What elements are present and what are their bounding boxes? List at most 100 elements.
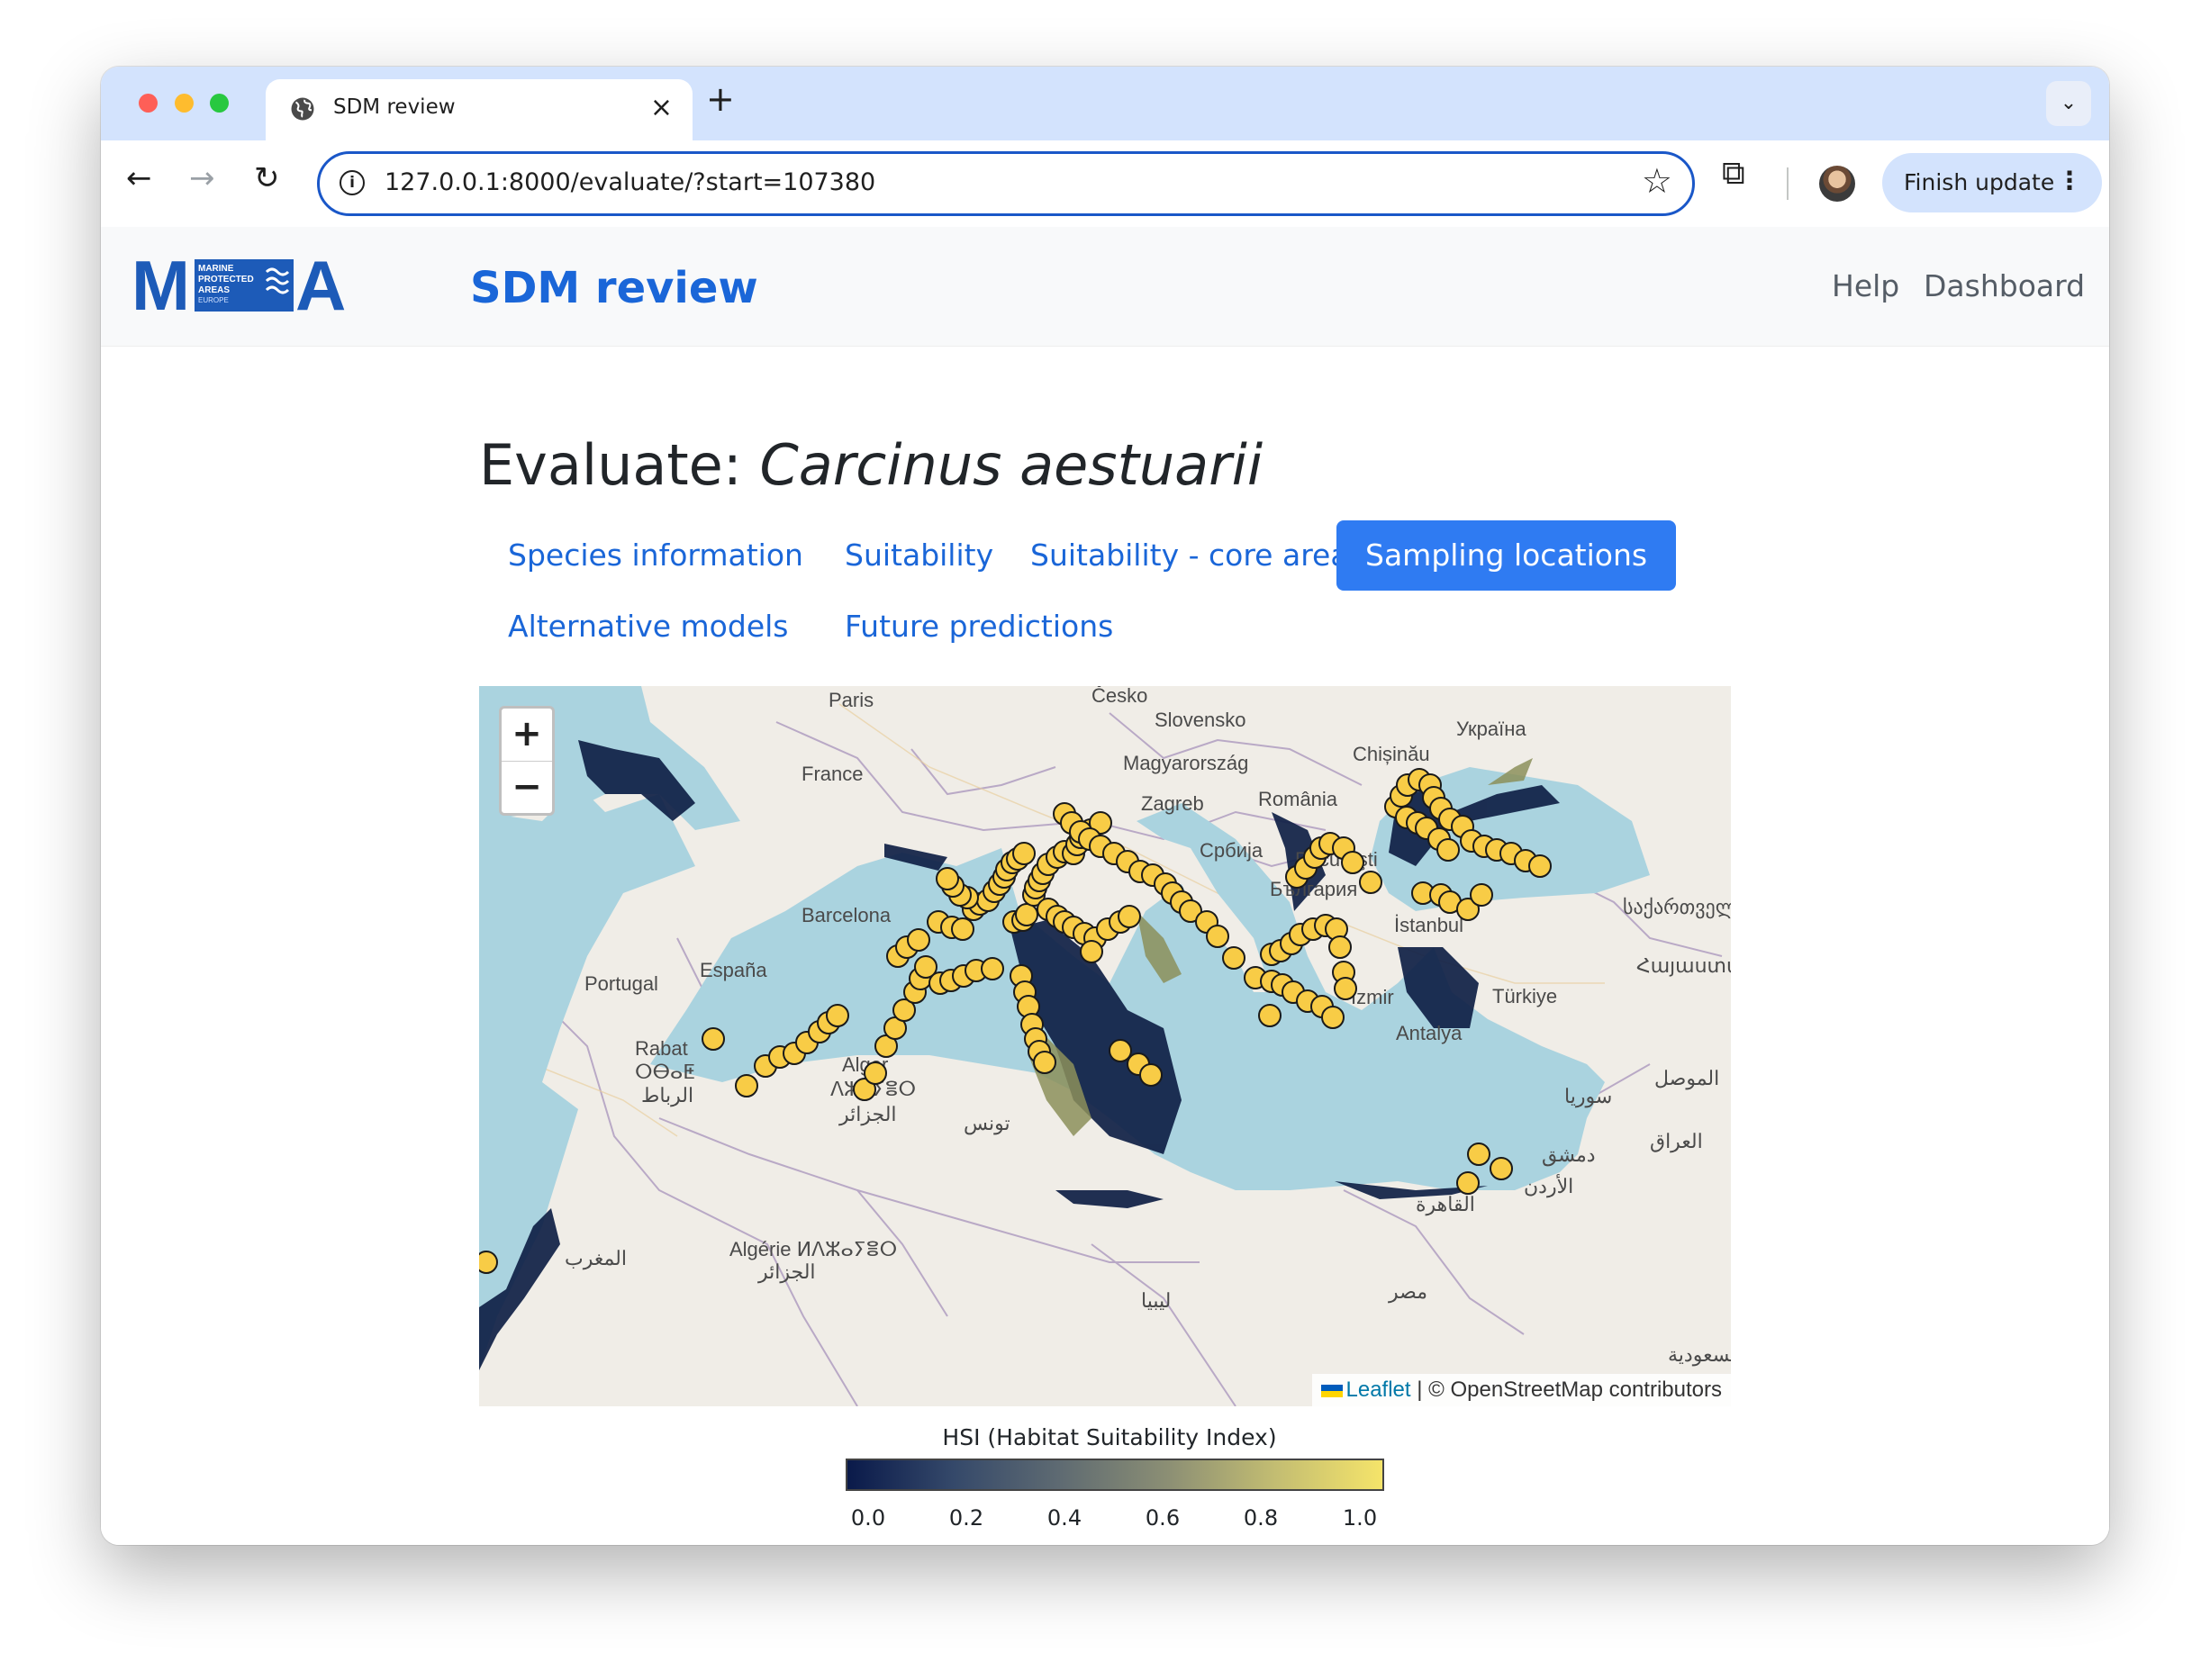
tab-species-information[interactable]: Species information: [479, 520, 832, 591]
chevron-down-icon[interactable]: ⌄: [2046, 81, 2091, 126]
sampling-location-marker[interactable]: [479, 1251, 498, 1274]
svg-text:España: España: [700, 959, 767, 981]
url-text[interactable]: 127.0.0.1:8000/evaluate/?start=107380: [385, 168, 875, 196]
svg-text:المغرب: المغرب: [565, 1247, 627, 1270]
tab-future-predictions[interactable]: Future predictions: [816, 592, 1142, 662]
sampling-location-marker[interactable]: [1080, 940, 1103, 963]
sampling-location-marker[interactable]: [1334, 977, 1357, 1000]
sampling-location-marker[interactable]: [1456, 1171, 1480, 1195]
tab-title: SDM review: [333, 95, 456, 119]
sampling-location-marker[interactable]: [864, 1061, 887, 1085]
toolbar-divider: [1787, 167, 1789, 200]
svg-text:الأردن: الأردن: [1524, 1173, 1573, 1198]
sampling-location-marker[interactable]: [1490, 1157, 1513, 1180]
extensions-icon[interactable]: ⧉: [1722, 155, 1745, 193]
info-icon[interactable]: i: [340, 170, 365, 195]
svg-text:مصر: مصر: [1388, 1280, 1427, 1304]
sampling-location-marker[interactable]: [1467, 1143, 1490, 1166]
sampling-location-marker[interactable]: [1328, 935, 1352, 959]
svg-text:سوريا: سوريا: [1564, 1085, 1612, 1108]
svg-text:تونس: تونس: [964, 1112, 1010, 1135]
page-title: Evaluate: Carcinus aestuarii: [479, 432, 1263, 498]
sampling-location-marker[interactable]: [1012, 842, 1036, 865]
svg-text:الرباط: الرباط: [641, 1084, 693, 1107]
svg-text:الجزائر: الجزائر: [757, 1260, 816, 1284]
sampling-location-marker[interactable]: [1359, 871, 1382, 894]
svg-text:İzmir: İzmir: [1351, 986, 1394, 1008]
sampling-location-marker[interactable]: [1206, 925, 1229, 948]
svg-text:România: România: [1258, 788, 1338, 810]
reload-icon[interactable]: ↻: [254, 160, 280, 196]
leaflet-link[interactable]: Leaflet: [1346, 1377, 1411, 1402]
svg-text:Zagreb: Zagreb: [1141, 792, 1204, 815]
sampling-location-marker[interactable]: [1341, 851, 1364, 874]
tab-suitability[interactable]: Suitability: [816, 520, 1022, 591]
close-icon[interactable]: ×: [650, 92, 673, 123]
sampling-location-marker[interactable]: [735, 1074, 758, 1097]
zoom-out-button[interactable]: −: [502, 762, 552, 814]
sampling-location-marker[interactable]: [1109, 1039, 1132, 1062]
help-link[interactable]: Help: [1832, 268, 1899, 303]
tab-sampling-locations[interactable]: Sampling locations: [1336, 520, 1677, 591]
sampling-location-marker[interactable]: [1258, 1004, 1282, 1027]
site-brand[interactable]: SDM review: [470, 263, 758, 313]
sampling-location-marker[interactable]: [936, 867, 959, 890]
svg-text:M: M: [131, 254, 190, 317]
sampling-location-marker[interactable]: [907, 928, 930, 952]
svg-text:Chișinău: Chișinău: [1353, 743, 1430, 765]
legend-tick: 0.4: [1046, 1505, 1082, 1531]
svg-text:Türkiye: Türkiye: [1492, 985, 1557, 1007]
sampling-location-marker[interactable]: [1139, 1063, 1163, 1087]
browser-window: SDM review × + ⌄ ← → ↻ i 127.0.0.1:8000/…: [101, 67, 2109, 1545]
sampling-location-marker[interactable]: [1470, 883, 1493, 907]
browser-tab[interactable]: SDM review ×: [266, 79, 693, 140]
sampling-location-marker[interactable]: [1118, 905, 1141, 928]
sampling-map[interactable]: Paris France Česko Slovensko Magyarorszá…: [479, 686, 1731, 1406]
svg-text:PROTECTED: PROTECTED: [198, 275, 254, 285]
sampling-location-marker[interactable]: [1015, 903, 1038, 926]
address-bar[interactable]: i 127.0.0.1:8000/evaluate/?start=107380 …: [317, 151, 1695, 216]
legend-tick: 0.6: [1145, 1505, 1181, 1531]
page-title-prefix: Evaluate:: [479, 432, 760, 498]
sampling-location-marker[interactable]: [1033, 1051, 1056, 1074]
site-navbar: M MARINE PROTECTED AREAS EUROPE A SDM re…: [101, 227, 2109, 347]
sampling-location-marker[interactable]: [702, 1027, 725, 1051]
mpa-logo[interactable]: M MARINE PROTECTED AREAS EUROPE A: [131, 254, 358, 317]
finish-update-button[interactable]: Finish update ⋮: [1882, 153, 2102, 212]
svg-text:القاهرة: القاهرة: [1416, 1193, 1475, 1216]
zoom-control: + −: [499, 706, 555, 816]
zoom-in-button[interactable]: +: [502, 709, 552, 762]
svg-text:Antalya: Antalya: [1396, 1022, 1463, 1044]
svg-text:دمشق: دمشق: [1542, 1143, 1596, 1167]
back-icon[interactable]: ←: [126, 160, 152, 196]
maximize-window-button[interactable]: [210, 94, 229, 113]
legend-tick: 1.0: [1342, 1505, 1378, 1531]
svg-text:Algérie ⵍⴷⵣⴰⵢⴻⵔ: Algérie ⵍⴷⵣⴰⵢⴻⵔ: [729, 1238, 897, 1260]
legend-tick: 0.0: [850, 1505, 886, 1531]
avatar[interactable]: [1819, 166, 1855, 202]
sampling-location-marker[interactable]: [1321, 1006, 1345, 1029]
dashboard-link[interactable]: Dashboard: [1924, 268, 2085, 303]
minimize-window-button[interactable]: [175, 94, 194, 113]
star-icon[interactable]: ☆: [1642, 161, 1672, 201]
sampling-location-marker[interactable]: [1436, 838, 1460, 862]
sampling-location-marker[interactable]: [1528, 854, 1552, 878]
tab-alternative-models[interactable]: Alternative models: [479, 592, 818, 662]
svg-text:EUROPE: EUROPE: [198, 296, 229, 304]
map-canvas[interactable]: Paris France Česko Slovensko Magyarorszá…: [479, 686, 1731, 1406]
sampling-location-marker[interactable]: [951, 917, 974, 941]
attribution-text: | © OpenStreetMap contributors: [1410, 1377, 1722, 1402]
svg-text:France: France: [802, 763, 863, 785]
tab-suitability-core-area[interactable]: Suitability - core area: [1001, 520, 1378, 591]
svg-text:AREAS: AREAS: [198, 285, 230, 295]
sampling-location-marker[interactable]: [981, 957, 1004, 980]
sampling-location-marker[interactable]: [826, 1004, 849, 1027]
more-vert-icon[interactable]: ⋮: [2057, 166, 2082, 195]
sampling-location-marker[interactable]: [1222, 946, 1245, 970]
forward-icon[interactable]: →: [189, 160, 215, 196]
svg-text:Magyarország: Magyarország: [1123, 752, 1248, 774]
svg-text:Slovensko: Slovensko: [1155, 709, 1246, 731]
plus-icon[interactable]: +: [706, 79, 735, 119]
svg-text:ليبيا: ليبيا: [1141, 1289, 1171, 1312]
close-window-button[interactable]: [139, 94, 158, 113]
